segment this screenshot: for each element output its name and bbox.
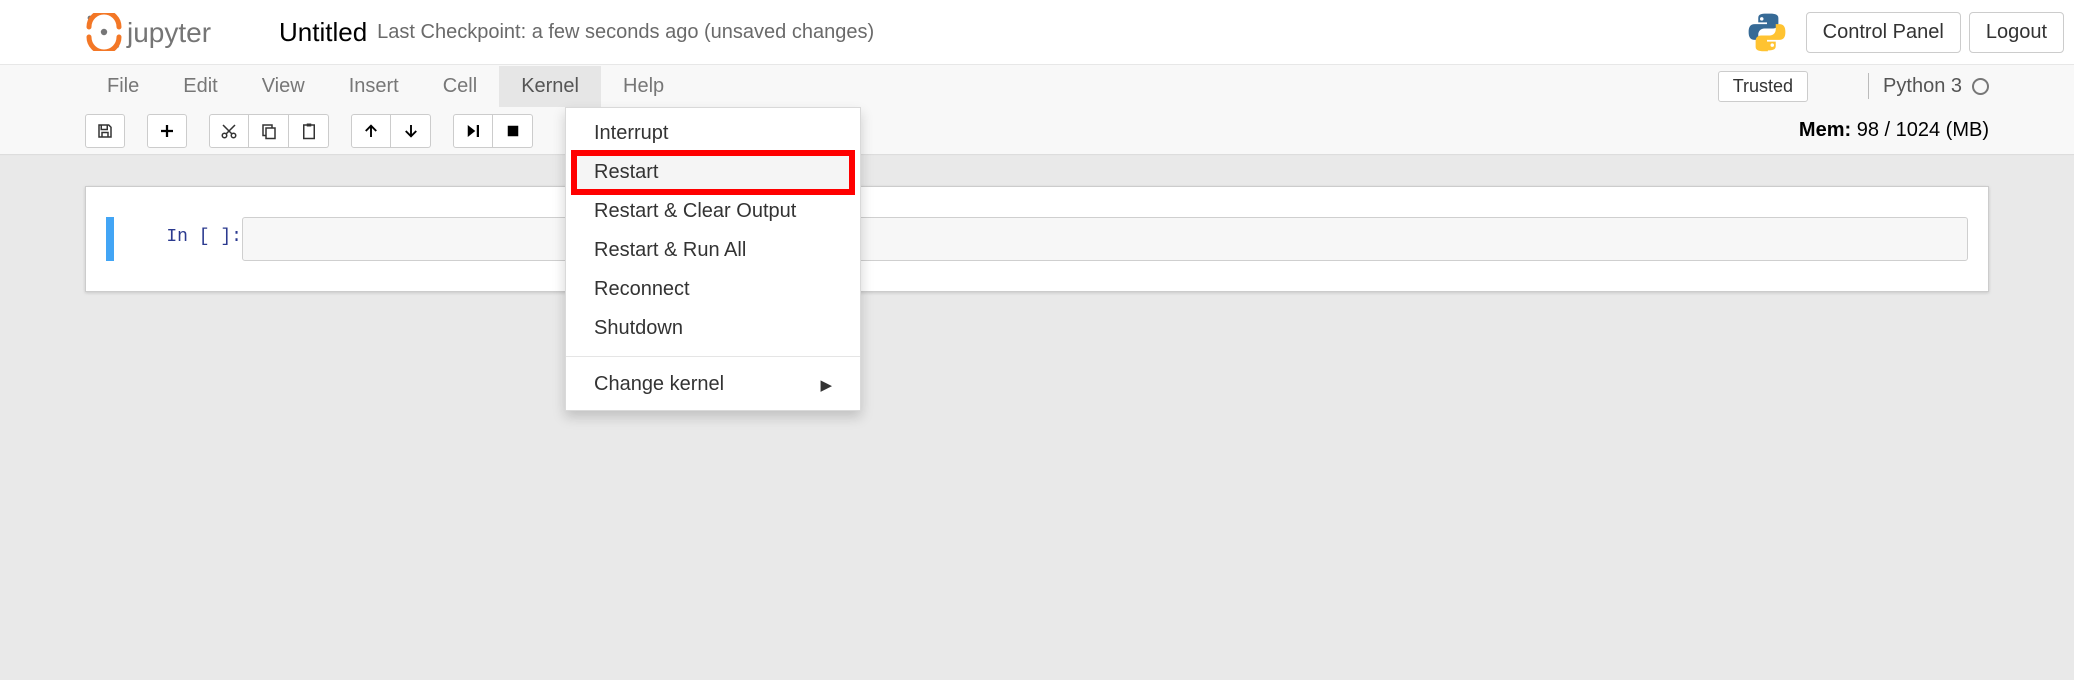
dd-restart[interactable]: Restart (571, 150, 855, 195)
run-group (453, 114, 533, 148)
copy-icon (260, 122, 278, 140)
arrow-down-icon (402, 122, 420, 140)
kernel-status-icon (1972, 78, 1989, 95)
dd-shutdown[interactable]: Shutdown (566, 309, 860, 348)
code-cell[interactable]: In [ ]: (106, 217, 1968, 261)
menu-edit[interactable]: Edit (161, 66, 239, 107)
paste-button[interactable] (289, 114, 329, 148)
caret-right-icon: ▶ (820, 376, 832, 394)
cell-prompt: In [ ]: (122, 217, 242, 261)
move-down-button[interactable] (391, 114, 431, 148)
memory-indicator: Mem: 98 / 1024 (MB) (1799, 119, 1989, 142)
dd-restart-clear[interactable]: Restart & Clear Output (566, 192, 860, 231)
scissors-icon (220, 122, 238, 140)
save-button[interactable] (85, 114, 125, 148)
cell-selection-marker (106, 217, 114, 261)
plus-icon (158, 122, 176, 140)
menu-help[interactable]: Help (601, 66, 686, 107)
divider (1868, 73, 1869, 99)
step-forward-icon (464, 122, 482, 140)
notebook: In [ ]: (85, 186, 1989, 292)
insert-cell-button[interactable] (147, 114, 187, 148)
dd-divider (566, 356, 860, 357)
dd-restart-run[interactable]: Restart & Run All (566, 231, 860, 270)
jupyter-logo[interactable]: jupyter (85, 13, 245, 51)
move-up-button[interactable] (351, 114, 391, 148)
menubar: File Edit View Insert Cell Kernel Help T… (0, 65, 2074, 107)
dd-reconnect[interactable]: Reconnect (566, 270, 860, 309)
notebook-title[interactable]: Untitled (279, 17, 367, 48)
svg-text:jupyter: jupyter (126, 17, 211, 48)
checkpoint-text: Last Checkpoint: a few seconds ago (unsa… (377, 21, 874, 44)
menu-cell[interactable]: Cell (421, 66, 499, 107)
edit-group (209, 114, 329, 148)
save-icon (96, 122, 114, 140)
cell-input[interactable] (242, 217, 1968, 261)
menu-file[interactable]: File (85, 66, 161, 107)
header: jupyter Untitled Last Checkpoint: a few … (0, 0, 2074, 65)
menubar-container: File Edit View Insert Cell Kernel Help T… (0, 65, 2074, 156)
mem-label: Mem: (1799, 119, 1851, 141)
kernel-dropdown: Interrupt Restart Restart & Clear Output… (565, 107, 861, 411)
kernel-name-label: Python 3 (1883, 75, 1962, 98)
menu-kernel[interactable]: Kernel (499, 66, 601, 107)
control-panel-button[interactable]: Control Panel (1806, 12, 1961, 53)
run-button[interactable] (453, 114, 493, 148)
trusted-indicator[interactable]: Trusted (1718, 71, 1808, 102)
dd-interrupt[interactable]: Interrupt (566, 114, 860, 153)
menu-insert[interactable]: Insert (327, 66, 421, 107)
cut-button[interactable] (209, 114, 249, 148)
menu-view[interactable]: View (240, 66, 327, 107)
logout-button[interactable]: Logout (1969, 12, 2064, 53)
clipboard-icon (300, 122, 318, 140)
python-icon (1746, 11, 1788, 53)
jupyter-logo-icon: jupyter (85, 13, 245, 51)
dd-change-kernel-label: Change kernel (594, 373, 724, 396)
stop-icon (504, 122, 522, 140)
copy-button[interactable] (249, 114, 289, 148)
kernel-indicator[interactable]: Python 3 (1868, 73, 1989, 99)
mem-value: 98 / 1024 (MB) (1851, 119, 1989, 141)
notebook-area: In [ ]: (0, 156, 2074, 322)
arrow-up-icon (362, 122, 380, 140)
move-group (351, 114, 431, 148)
interrupt-button[interactable] (493, 114, 533, 148)
dd-change-kernel[interactable]: Change kernel ▶ (566, 365, 860, 404)
toolbar: Mem: 98 / 1024 (MB) (0, 107, 2074, 155)
